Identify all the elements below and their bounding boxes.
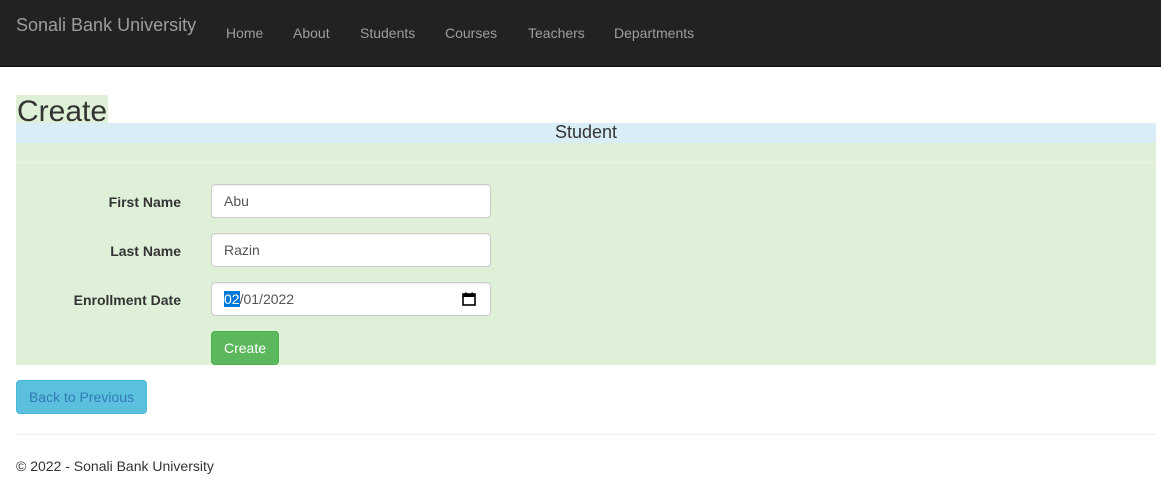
back-to-previous-button[interactable]: Back to Previous	[16, 380, 147, 414]
date-month-segment[interactable]: 02	[224, 291, 240, 307]
top-navbar: Sonali Bank University Home About Studen…	[0, 0, 1161, 67]
nav-about[interactable]: About	[293, 24, 330, 42]
calendar-icon[interactable]	[462, 292, 476, 306]
nav-teachers[interactable]: Teachers	[528, 24, 585, 42]
first-name-input[interactable]: Abu	[211, 184, 491, 218]
student-form: First Name Abu Last Name Razin Enrollmen…	[16, 143, 1156, 365]
first-name-label: First Name	[108, 194, 181, 210]
date-day-segment[interactable]: 01	[243, 291, 259, 307]
footer-copyright: © 2022 - Sonali Bank University	[16, 458, 214, 474]
enrollment-date-input[interactable]: 02/01/2022	[211, 282, 491, 316]
footer-divider	[16, 434, 1156, 435]
last-name-input[interactable]: Razin	[211, 233, 491, 267]
last-name-label: Last Name	[110, 243, 181, 259]
panel-heading: Student	[16, 123, 1156, 143]
enrollment-date-label: Enrollment Date	[73, 292, 181, 308]
brand-link[interactable]: Sonali Bank University	[16, 14, 196, 36]
create-button[interactable]: Create	[211, 331, 279, 365]
form-divider	[16, 162, 1156, 163]
nav-home[interactable]: Home	[226, 24, 263, 42]
nav-departments[interactable]: Departments	[614, 24, 694, 42]
nav-students[interactable]: Students	[360, 24, 415, 42]
date-year-segment[interactable]: 2022	[263, 291, 294, 307]
nav-courses[interactable]: Courses	[445, 24, 497, 42]
